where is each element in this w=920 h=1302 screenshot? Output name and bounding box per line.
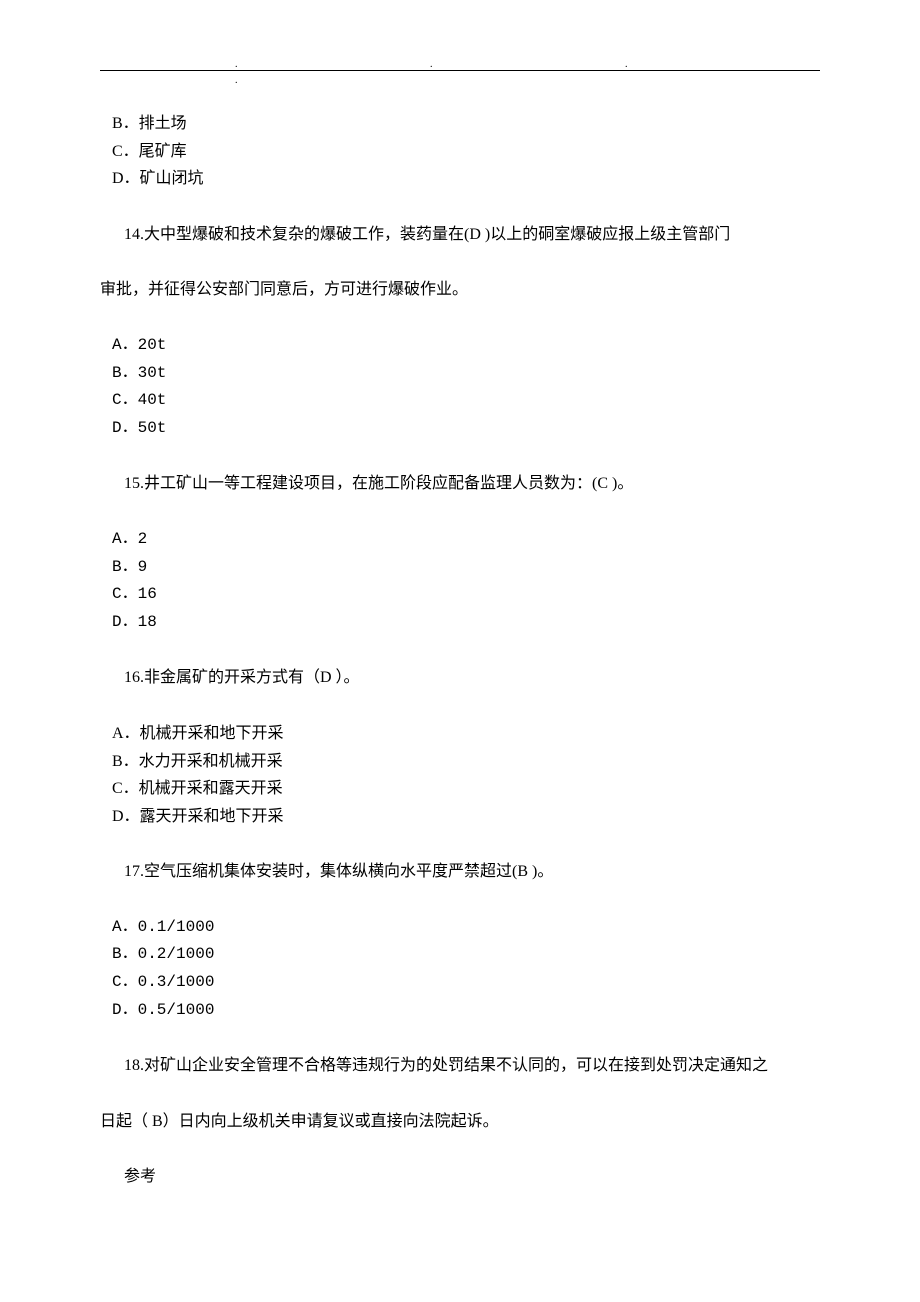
q14-options: A．20t B．30t C．40t D．50t [112,333,820,441]
q15-text: 15.井工矿山一等工程建设项目，在施工阶段应配备监理人员数为：(C )。 [100,471,820,497]
document-page: . . . . B．排土场 C．尾矿库 D．矿山闭坑 14.大中型爆破和技术复杂… [0,0,920,1302]
q14-text-line1: 14.大中型爆破和技术复杂的爆破工作，装药量在(D )以上的硐室爆破应报上级主管… [100,222,820,248]
q16-option-c: C．机械开采和露天开采 [112,776,820,802]
q13-option-b: B．排土场 [112,111,820,137]
q16-options: A．机械开采和地下开采 B．水力开采和机械开采 C．机械开采和露天开采 D．露天… [112,721,820,829]
q16-option-b: B．水力开采和机械开采 [112,749,820,775]
q14-option-b: B．30t [112,361,820,387]
q13-option-d: D．矿山闭坑 [112,166,820,192]
q13-options: B．排土场 C．尾矿库 D．矿山闭坑 [112,111,820,192]
q16-option-a: A．机械开采和地下开采 [112,721,820,747]
header-rule: . . . . [100,70,820,71]
q17-options: A．0.1/1000 B．0.2/1000 C．0.3/1000 D．0.5/1… [112,915,820,1023]
q17-option-d: D．0.5/1000 [112,998,820,1024]
q15-options: A．2 B．9 C．16 D．18 [112,527,820,635]
q13-option-c: C．尾矿库 [112,139,820,165]
footer-reference: 参考 [100,1164,820,1190]
q14-option-c: C．40t [112,388,820,414]
q17-option-c: C．0.3/1000 [112,970,820,996]
q17-option-b: B．0.2/1000 [112,942,820,968]
q15-option-b: B．9 [112,555,820,581]
q15-option-d: D．18 [112,610,820,636]
q17-option-a: A．0.1/1000 [112,915,820,941]
q14-text-line2: 审批，并征得公安部门同意后，方可进行爆破作业。 [100,277,820,303]
q16-option-d: D．露天开采和地下开采 [112,804,820,830]
header-dots: . . . . [235,57,820,89]
q14-option-a: A．20t [112,333,820,359]
q17-text: 17.空气压缩机集体安装时，集体纵横向水平度严禁超过(B )。 [100,859,820,885]
q18-text-line2: 日起（ B）日内向上级机关申请复议或直接向法院起诉。 [100,1109,820,1135]
q18-text-line1: 18.对矿山企业安全管理不合格等违规行为的处罚结果不认同的，可以在接到处罚决定通… [100,1053,820,1079]
q16-text: 16.非金属矿的开采方式有（D ）。 [100,665,820,691]
q15-option-c: C．16 [112,582,820,608]
q14-option-d: D．50t [112,416,820,442]
q15-option-a: A．2 [112,527,820,553]
